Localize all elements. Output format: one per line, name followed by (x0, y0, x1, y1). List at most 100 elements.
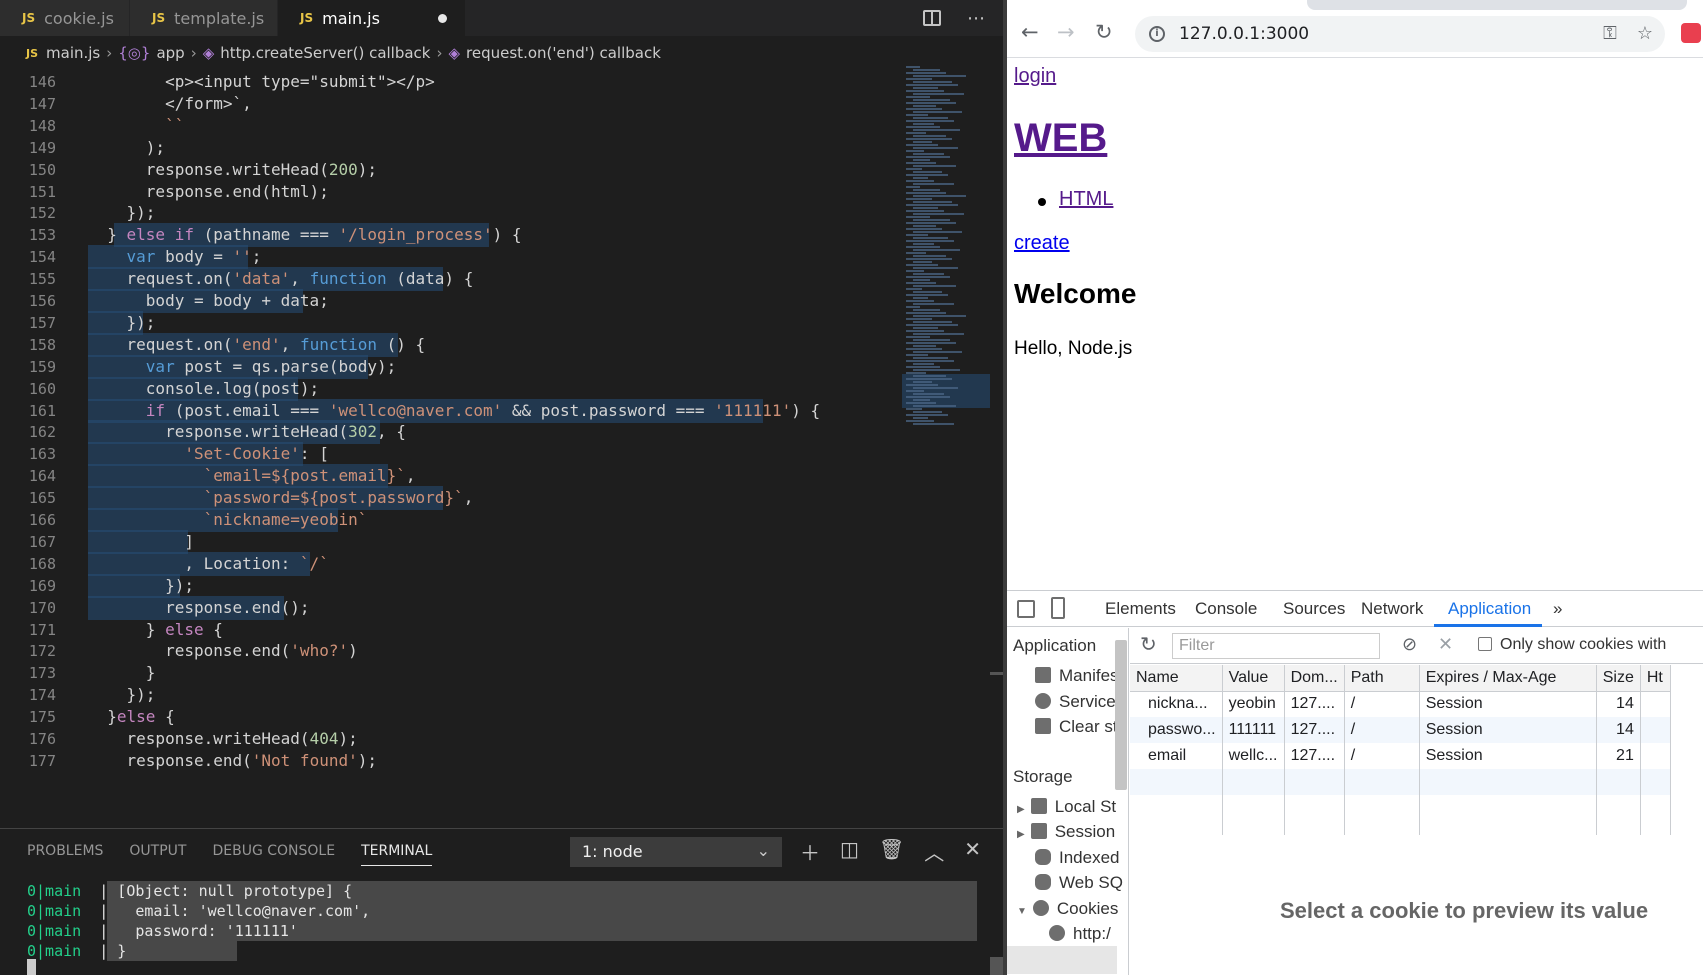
filter-input[interactable] (1172, 633, 1380, 659)
editor-scrollbar[interactable] (990, 672, 1003, 675)
tab-application[interactable]: Application (1448, 599, 1531, 619)
tab-sources[interactable]: Sources (1283, 599, 1345, 619)
address-bar[interactable]: i 127.0.0.1:3000 ⚿ ☆ (1135, 16, 1665, 52)
column-header[interactable]: Name (1130, 665, 1223, 692)
code-line[interactable]: 166 `nickname=yeobin` (0, 508, 900, 532)
column-header[interactable]: Size (1596, 665, 1641, 692)
tab-debug-console[interactable]: DEBUG CONSOLE (212, 843, 335, 866)
code-line[interactable]: 169 }); (0, 573, 900, 598)
sidebar-item-indexeddb[interactable]: Indexed (1035, 848, 1120, 868)
code-line[interactable]: 161 if (post.email === 'wellco@naver.com… (0, 398, 900, 423)
code-line[interactable]: 167 ] (0, 529, 900, 554)
breadcrumb-item[interactable]: app (156, 44, 184, 62)
tab-output[interactable]: OUTPUT (129, 843, 186, 866)
code-line[interactable]: 148 `` (0, 114, 900, 138)
code-line[interactable]: 152 }); (0, 201, 900, 225)
tab-problems[interactable]: PROBLEMS (27, 843, 103, 866)
sidebar-item-websql[interactable]: Web SQ (1035, 873, 1123, 893)
code-line[interactable]: 158 request.on('end', function () { (0, 332, 900, 357)
code-line[interactable]: 165 `password=${post.password}`, (0, 486, 900, 511)
login-link[interactable]: login (1014, 65, 1056, 88)
more-actions-icon[interactable]: ⋯ (967, 8, 985, 29)
code-line[interactable]: 154 var body = ''; (0, 245, 900, 270)
code-line[interactable]: 168 , Location: `/` (0, 551, 900, 576)
table-row[interactable]: nickna... yeobin 127.... / Session 14 (1130, 691, 1671, 717)
code-line[interactable]: 153 } else if (pathname === '/login_proc… (0, 223, 900, 248)
back-arrow-icon[interactable]: ← (1021, 20, 1039, 44)
tab-console[interactable]: Console (1195, 599, 1257, 619)
tab-terminal[interactable]: TERMINAL (361, 843, 433, 866)
tab-cookie-js[interactable]: JS cookie.js (0, 0, 130, 36)
code-line[interactable]: 177 response.end('Not found'); (0, 749, 900, 773)
code-line[interactable]: 176 response.writeHead(404); (0, 727, 900, 751)
reload-icon[interactable]: ↻ (1095, 20, 1113, 44)
split-terminal-icon[interactable]: ◫ (840, 837, 859, 866)
expand-arrow-icon[interactable]: ▶ (1017, 829, 1025, 840)
column-header[interactable]: Ht (1640, 665, 1671, 692)
code-line[interactable]: 171 } else { (0, 618, 900, 642)
terminal-output[interactable]: 0|main | [Object: null prototype] {0|mai… (27, 881, 977, 961)
tab-elements[interactable]: Elements (1105, 599, 1176, 619)
code-line[interactable]: 163 'Set-Cookie': [ (0, 442, 900, 467)
code-line[interactable]: 151 response.end(html); (0, 180, 900, 204)
code-line[interactable]: 175 }else { (0, 705, 900, 729)
code-line[interactable]: 155 request.on('data', function (data) { (0, 267, 900, 292)
column-header[interactable]: Value (1222, 665, 1285, 692)
sidebar-item-manifest[interactable]: Manifes (1035, 666, 1119, 686)
code-line[interactable]: 146 <p><input type="submit"></p> (0, 70, 900, 94)
close-icon[interactable]: ✕ (964, 837, 981, 866)
only-show-cookies-checkbox[interactable]: Only show cookies with (1478, 636, 1666, 654)
code-line[interactable]: 147 </form>`, (0, 92, 900, 116)
terminal-select[interactable]: 1: node ⌄ (570, 837, 782, 867)
tab-main-js[interactable]: JS main.js (278, 0, 466, 36)
code-line[interactable]: 174 }); (0, 683, 900, 707)
code-line[interactable]: 160 console.log(post); (0, 376, 900, 401)
html-link[interactable]: HTML (1059, 188, 1113, 211)
code-line[interactable]: 149 ); (0, 136, 900, 160)
split-editor-icon[interactable] (923, 10, 941, 26)
site-info-icon[interactable]: i (1149, 26, 1165, 42)
column-header[interactable]: Expires / Max-Age (1419, 665, 1597, 692)
star-icon[interactable]: ☆ (1637, 23, 1653, 44)
code-line[interactable]: 162 response.writeHead(302, { (0, 420, 900, 445)
code-editor[interactable]: 146 <p><input type="submit"></p> 147 </fo… (0, 62, 1003, 824)
terminal-scrollbar[interactable] (990, 957, 1003, 975)
forward-arrow-icon[interactable]: → (1057, 20, 1075, 44)
new-terminal-icon[interactable]: ＋ (800, 837, 820, 866)
unsaved-dot-icon[interactable] (437, 13, 447, 23)
sidebar-item-service-workers[interactable]: Service ' (1035, 692, 1124, 712)
collapse-arrow-icon[interactable]: ▼ (1017, 906, 1027, 917)
sidebar-item-cookies[interactable]: ▼ Cookies (1017, 899, 1118, 919)
maximize-panel-icon[interactable]: ︿ (924, 837, 944, 866)
table-row[interactable]: passwo... 111111 127.... / Session 14 (1130, 717, 1671, 743)
extension-icon[interactable] (1681, 23, 1701, 43)
minimap[interactable] (902, 66, 990, 436)
code-line[interactable]: 150 response.writeHead(200); (0, 158, 900, 182)
refresh-icon[interactable]: ↻ (1140, 632, 1157, 657)
expand-arrow-icon[interactable]: ▶ (1017, 804, 1025, 815)
sidebar-item-cookie-origin[interactable]: http:/ (1049, 924, 1111, 944)
breadcrumb-item[interactable]: http.createServer() callback (220, 44, 430, 62)
inspect-element-icon[interactable] (1017, 600, 1035, 618)
key-icon[interactable]: ⚿ (1603, 23, 1617, 44)
web-title-link[interactable]: WEB (1014, 116, 1107, 160)
browser-tab-strip[interactable] (1307, 0, 1687, 10)
clear-all-icon[interactable]: ⊘ (1402, 634, 1417, 655)
table-row[interactable]: email wellc... 127.... / Session 21 (1130, 743, 1671, 769)
breadcrumb-item[interactable]: request.on('end') callback (466, 44, 661, 62)
code-line[interactable]: 156 body = body + data; (0, 289, 900, 313)
tab-template-js[interactable]: JS template.js (130, 0, 278, 36)
code-line[interactable]: 173 } (0, 661, 900, 685)
breadcrumb-file[interactable]: main.js (46, 44, 100, 62)
code-line[interactable]: 172 response.end('who?') (0, 639, 900, 663)
column-header[interactable]: Dom... (1284, 665, 1345, 692)
column-header[interactable]: Path (1344, 665, 1420, 692)
device-toolbar-icon[interactable] (1051, 597, 1065, 619)
code-line[interactable]: 164 `email=${post.email}`, (0, 464, 900, 489)
tab-network[interactable]: Network (1361, 599, 1423, 619)
create-link[interactable]: create (1014, 232, 1070, 255)
sidebar-item-local-storage[interactable]: ▶ Local St (1017, 797, 1116, 817)
more-tabs-icon[interactable]: » (1553, 599, 1562, 619)
checkbox-icon[interactable] (1478, 637, 1492, 651)
code-line[interactable]: 159 var post = qs.parse(body); (0, 354, 900, 379)
